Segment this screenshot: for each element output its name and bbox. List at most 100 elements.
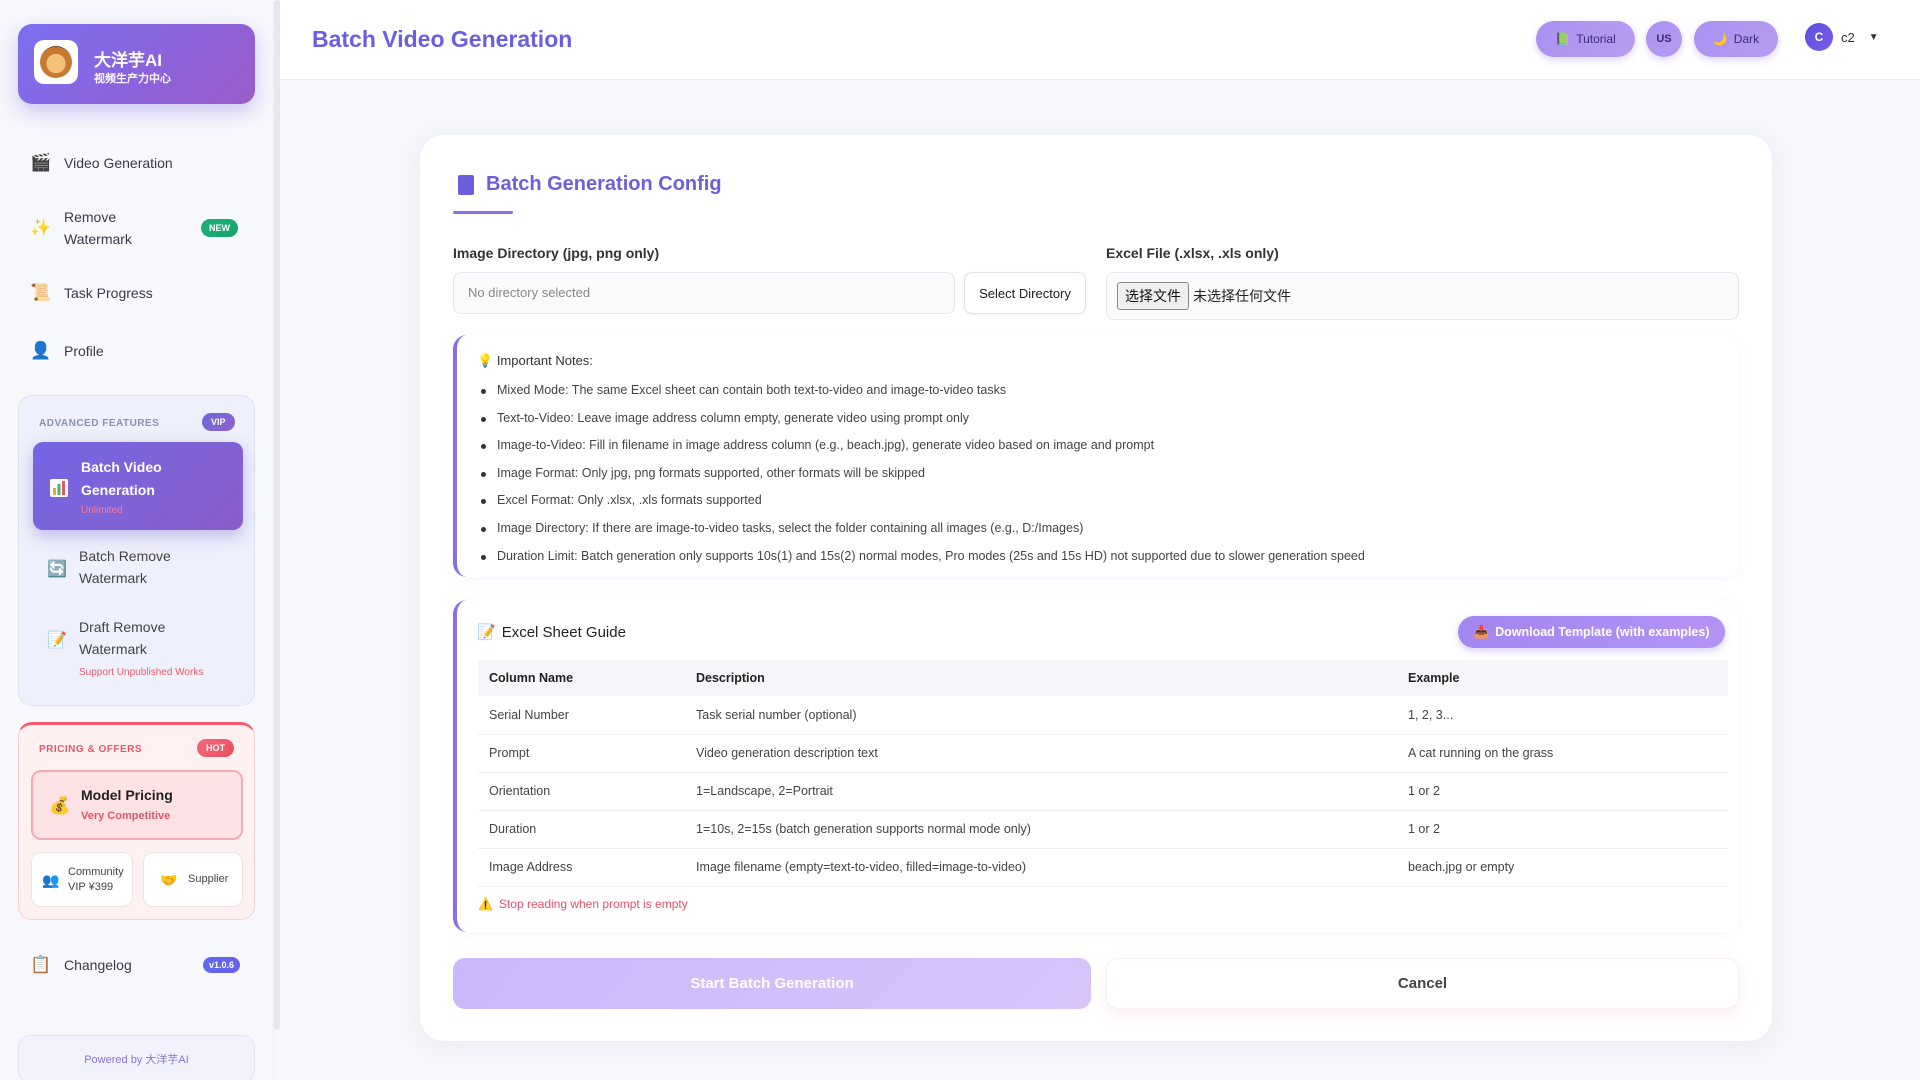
lightbulb-icon: 💡 (477, 353, 494, 368)
memo-icon: 📝 (477, 624, 496, 641)
image-dir-label: Image Directory (jpg, png only) (453, 245, 660, 261)
guide-title: 📝 Excel Sheet Guide (477, 623, 626, 642)
table-cell: Image filename (empty=text-to-video, fil… (685, 848, 1397, 887)
user-icon: 👤 (30, 341, 52, 360)
brand-subtitle: 视频生产力中心 (94, 73, 171, 85)
username: c2 (1841, 29, 1855, 45)
table-cell: 1=10s, 2=15s (batch generation supports … (685, 810, 1397, 849)
pricing-title: PRICING & OFFERS (39, 744, 143, 755)
table-cell: Serial Number (478, 696, 685, 735)
sidebar-item-remove-watermark[interactable]: ✨ Remove Watermark (30, 206, 180, 250)
vip-badge: VIP (202, 413, 235, 431)
user-menu[interactable]: C c2 ▼ (1805, 23, 1879, 51)
list-item: Excel Format: Only .xlsx, .xls formats s… (481, 493, 1365, 521)
sidebar-scrollbar[interactable] (274, 0, 280, 1030)
supplier-label: Supplier (188, 873, 229, 885)
sidebar-item-profile[interactable]: 👤 Profile (30, 340, 104, 362)
community-label: Community (68, 866, 124, 878)
warning-text: Stop reading when prompt is empty (498, 897, 688, 911)
top-header: Batch Video Generation 📗 Tutorial US 🌙 D… (280, 0, 1920, 80)
book-icon: 📗 (1555, 32, 1571, 46)
notes-title-text: Important Notes: (496, 353, 593, 368)
notes-list: Mixed Mode: The same Excel sheet can con… (481, 383, 1365, 576)
model-pricing-sub: Very Competitive (81, 810, 171, 822)
chart-icon (50, 479, 68, 497)
table-cell: 1, 2, 3... (1397, 696, 1728, 735)
community-vip-card[interactable]: 👥 Community VIP ¥399 (31, 852, 133, 907)
table-cell: Prompt (478, 734, 685, 773)
sidebar-item-label: Remove Watermark (64, 209, 132, 247)
warning-icon: ⚠️ (478, 897, 493, 911)
pricing-panel: PRICING & OFFERS HOT 💰 Model Pricing Ver… (18, 722, 255, 920)
memo-icon: 📝 (47, 632, 67, 649)
column-header: Description (696, 671, 765, 685)
guide-title-text: Excel Sheet Guide (501, 623, 626, 641)
sidebar-item-label: Batch Video Generation (81, 459, 162, 498)
refresh-icon: 🔄 (47, 561, 67, 578)
hot-badge: HOT (197, 739, 234, 757)
download-label: Download Template (with examples) (1495, 625, 1710, 639)
theme-toggle-button[interactable]: 🌙 Dark (1694, 21, 1778, 57)
model-pricing-card[interactable]: 💰 Model Pricing Very Competitive (31, 770, 243, 840)
clapper-icon: 🎬 (30, 153, 52, 172)
table-header-row: Column Name Description Example (478, 660, 1728, 696)
table-row: Serial Number Task serial number (option… (478, 696, 1728, 735)
brand-header[interactable]: 大洋芋AI 视频生产力中心 (18, 24, 255, 104)
powered-by: Powered by 大洋芋AI (18, 1035, 255, 1080)
community-price: VIP ¥399 (68, 881, 114, 893)
table-row: Prompt Video generation description text… (478, 734, 1728, 773)
select-directory-button[interactable]: Select Directory (964, 272, 1086, 314)
avatar: C (1805, 23, 1833, 51)
tutorial-button[interactable]: 📗 Tutorial (1536, 21, 1635, 57)
table-cell: Task serial number (optional) (685, 696, 1397, 735)
image-dir-input[interactable]: No directory selected (453, 272, 955, 314)
list-item: Text-to-Video: Leave image address colum… (481, 411, 1365, 439)
sidebar-item-label: Changelog (64, 957, 132, 973)
table-cell: Image Address (478, 848, 685, 887)
sidebar-item-draft-remove-watermark[interactable]: 📝 Draft Remove Watermark Support Unpubli… (47, 616, 229, 684)
sidebar-item-label: Batch Remove Watermark (79, 548, 171, 586)
excel-file-input[interactable]: 选择文件 未选择任何文件 (1106, 272, 1739, 320)
list-item: Duration Limit: Batch generation only su… (481, 549, 1365, 577)
choose-file-button[interactable]: 选择文件 (1117, 282, 1189, 310)
theme-label: Dark (1733, 32, 1760, 46)
sidebar-item-task-progress[interactable]: 📜 Task Progress (30, 282, 153, 304)
list-item: Image Format: Only jpg, png formats supp… (481, 466, 1365, 494)
sidebar-item-batch-remove-watermark[interactable]: 🔄 Batch Remove Watermark (47, 545, 179, 589)
table-row: Duration 1=10s, 2=15s (batch generation … (478, 810, 1728, 849)
supplier-card[interactable]: 🤝 Supplier (143, 852, 243, 907)
money-bag-icon: 💰 (49, 796, 71, 815)
start-batch-button[interactable]: Start Batch Generation (453, 958, 1091, 1009)
batch-config-card: Batch Generation Config Image Directory … (420, 135, 1772, 1041)
table-cell: beach.jpg or empty (1397, 848, 1728, 887)
language-label: US (1656, 33, 1672, 45)
table-cell: 1 or 2 (1397, 772, 1728, 811)
table-cell: Duration (478, 810, 685, 849)
download-template-button[interactable]: 📥 Download Template (with examples) (1458, 616, 1725, 648)
table-cell: Orientation (478, 772, 685, 811)
table-cell: A cat running on the grass (1397, 734, 1728, 773)
sidebar-item-video-generation[interactable]: 🎬 Video Generation (30, 152, 172, 174)
important-notes-panel: 💡 Important Notes: Mixed Mode: The same … (453, 335, 1739, 577)
sidebar-item-label: Draft Remove Watermark (79, 619, 166, 657)
sidebar-item-changelog[interactable]: 📋 Changelog (30, 954, 132, 976)
new-badge: NEW (201, 219, 238, 237)
brand-name: 大洋芋AI (94, 51, 162, 70)
list-item: Image-to-Video: Fill in filename in imag… (481, 438, 1365, 466)
sidebar-item-label: Task Progress (64, 285, 153, 301)
table-row: Image Address Image filename (empty=text… (478, 848, 1728, 887)
sidebar-item-label: Profile (64, 343, 104, 359)
sidebar-item-sub: Unlimited (81, 505, 123, 516)
language-button[interactable]: US (1646, 21, 1682, 57)
scroll-icon: 📜 (30, 283, 52, 302)
version-badge: v1.0.6 (203, 957, 241, 973)
sidebar-item-batch-video-generation[interactable]: Batch Video Generation Unlimited (33, 442, 243, 530)
column-header: Example (1408, 671, 1460, 685)
download-icon: 📥 (1473, 624, 1490, 639)
sidebar-item-sub: Support Unpublished Works (79, 667, 204, 678)
file-status: 未选择任何文件 (1193, 288, 1291, 304)
cancel-button[interactable]: Cancel (1106, 958, 1739, 1009)
title-underline (453, 211, 513, 214)
sparkles-icon: ✨ (30, 218, 52, 237)
clipboard-icon: 📋 (30, 955, 52, 974)
